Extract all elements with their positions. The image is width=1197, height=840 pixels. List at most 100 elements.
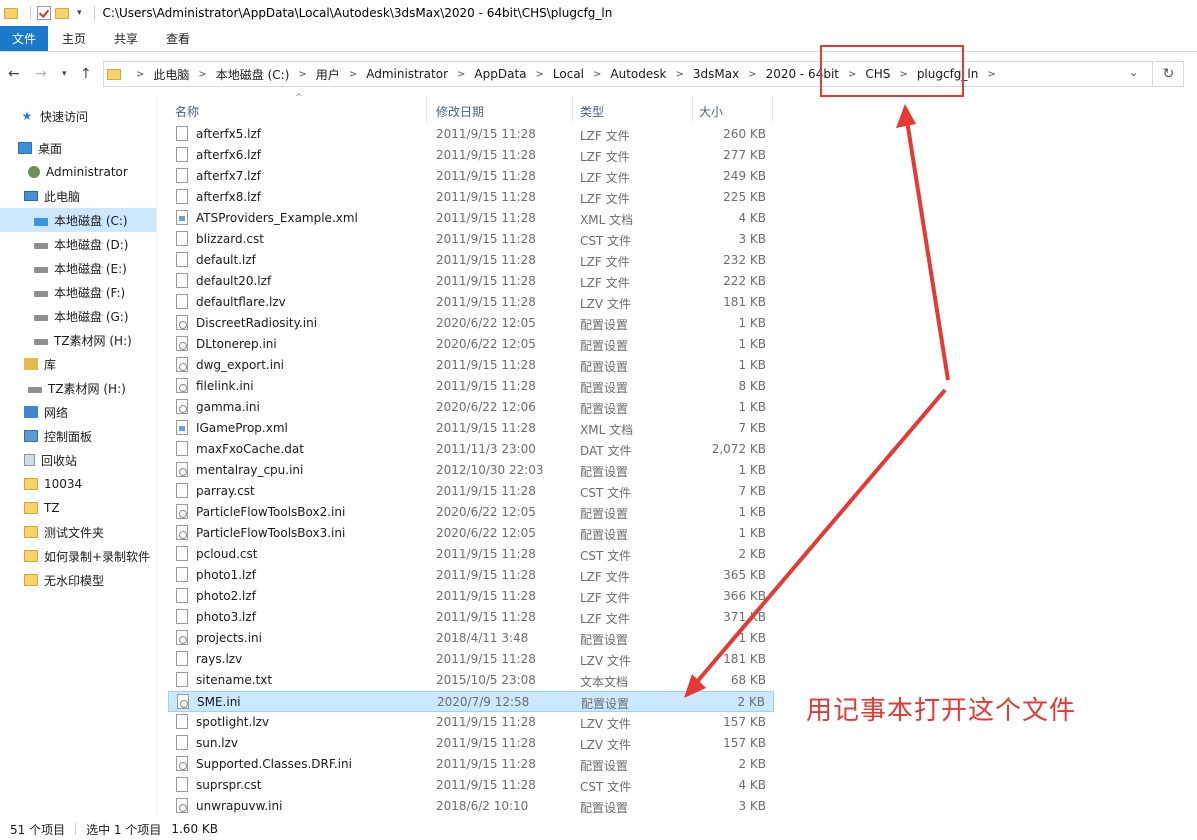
file-row[interactable]: defaultflare.lzv 2011/9/15 11:28 LZV 文件 181…: [168, 292, 774, 313]
chevron-right-icon[interactable]: >: [987, 69, 995, 80]
column-header-date[interactable]: 修改日期: [436, 103, 484, 120]
file-row[interactable]: gamma.ini 2020/6/22 12:06 配置设置 1 KB: [168, 397, 774, 418]
chevron-right-icon[interactable]: >: [675, 69, 683, 80]
sidebar-item[interactable]: 库: [0, 352, 156, 376]
file-row[interactable]: unwrapuvw.ini 2018/6/2 10:10 配置设置 3 KB: [168, 796, 774, 817]
file-row[interactable]: Supported.Classes.DRF.ini 2011/9/15 11:28…: [168, 754, 774, 775]
file-row[interactable]: photo3.lzf 2011/9/15 11:28 LZF 文件 371 KB: [168, 607, 774, 628]
breadcrumb-item[interactable]: AppData: [474, 67, 526, 81]
breadcrumb-item[interactable]: 3dsMax: [693, 67, 739, 81]
file-row[interactable]: afterfx7.lzf 2011/9/15 11:28 LZF 文件 249 KB: [168, 166, 774, 187]
breadcrumb-item[interactable]: 本地磁盘 (C:): [216, 66, 290, 83]
file-row[interactable]: default20.lzf 2011/9/15 11:28 LZF 文件 222 KB: [168, 271, 774, 292]
sidebar-item[interactable]: 本地磁盘 (C:): [0, 208, 156, 232]
file-size: 225 KB: [723, 190, 766, 204]
file-row[interactable]: sun.lzv 2011/9/15 11:28 LZV 文件 157 KB: [168, 733, 774, 754]
sidebar-item[interactable]: 本地磁盘 (G:): [0, 304, 156, 328]
breadcrumb-item[interactable]: 此电脑: [153, 66, 189, 83]
sidebar-item[interactable]: ★ 快速访问: [0, 104, 156, 128]
sidebar-item[interactable]: 本地磁盘 (F:): [0, 280, 156, 304]
arrow-up-icon[interactable]: ↑: [80, 66, 92, 82]
chevron-right-icon[interactable]: >: [349, 69, 357, 80]
file-row[interactable]: rays.lzv 2011/9/15 11:28 LZV 文件 181 KB: [168, 649, 774, 670]
star-icon: ★: [21, 109, 33, 123]
breadcrumb-item[interactable]: 用户: [316, 66, 340, 83]
chevron-right-icon[interactable]: >: [457, 69, 465, 80]
pane-divider[interactable]: [156, 96, 157, 816]
column-divider[interactable]: [572, 96, 573, 122]
column-header-name[interactable]: 名称: [175, 103, 199, 120]
sidebar-item[interactable]: 桌面: [0, 136, 156, 160]
tab-view[interactable]: 查看: [152, 26, 204, 51]
sidebar-item[interactable]: TZ素材网 (H:): [0, 328, 156, 352]
file-row[interactable]: parray.cst 2011/9/15 11:28 CST 文件 7 KB: [168, 481, 774, 502]
file-row[interactable]: afterfx6.lzf 2011/9/15 11:28 LZF 文件 277 KB: [168, 145, 774, 166]
file-row[interactable]: spotlight.lzv 2011/9/15 11:28 LZV 文件 157 KB: [168, 712, 774, 733]
column-header-size[interactable]: 大小: [699, 103, 723, 120]
arrow-left-icon[interactable]: ←: [8, 66, 20, 82]
file-icon: [176, 609, 188, 624]
address-history-chevron-icon[interactable]: ⌄: [1129, 66, 1138, 79]
file-row[interactable]: default.lzf 2011/9/15 11:28 LZF 文件 232 KB: [168, 250, 774, 271]
sidebar-item[interactable]: 测试文件夹: [0, 520, 156, 544]
column-divider[interactable]: [692, 96, 693, 122]
sidebar-item[interactable]: 本地磁盘 (E:): [0, 256, 156, 280]
breadcrumb-item[interactable]: Autodesk: [610, 67, 666, 81]
file-row[interactable]: IGameProp.xml 2011/9/15 11:28 XML 文档 7 KB: [168, 418, 774, 439]
tab-share[interactable]: 共享: [100, 26, 152, 51]
sidebar-item[interactable]: TZ素材网 (H:): [0, 376, 156, 400]
file-row[interactable]: mentalray_cpu.ini 2012/10/30 22:03 配置设置 1 K…: [168, 460, 774, 481]
sidebar-item[interactable]: 本地磁盘 (D:): [0, 232, 156, 256]
breadcrumb-item[interactable]: Administrator: [366, 67, 448, 81]
file-row[interactable]: projects.ini 2018/4/11 3:48 配置设置 1 KB: [168, 628, 774, 649]
file-row[interactable]: ParticleFlowToolsBox3.ini 2020/6/22 12:05…: [168, 523, 774, 544]
arrow-right-icon[interactable]: →: [35, 66, 47, 82]
breadcrumb-item[interactable]: Local: [553, 67, 584, 81]
tab-home[interactable]: 主页: [48, 26, 100, 51]
chevron-down-icon[interactable]: ▾: [62, 69, 67, 79]
file-row[interactable]: suprspr.cst 2011/9/15 11:28 CST 文件 4 KB: [168, 775, 774, 796]
sidebar-item[interactable]: 此电脑: [0, 184, 156, 208]
sidebar-item[interactable]: 10034: [0, 472, 156, 496]
file-row[interactable]: dwg_export.ini 2011/9/15 11:28 配置设置 1 KB: [168, 355, 774, 376]
sidebar-item[interactable]: TZ: [0, 496, 156, 520]
refresh-button[interactable]: ↻: [1154, 61, 1184, 87]
properties-icon[interactable]: [37, 6, 51, 20]
file-row[interactable]: maxFxoCache.dat 2011/11/3 23:00 DAT 文件 2,07…: [168, 439, 774, 460]
file-row[interactable]: sitename.txt 2015/10/5 23:08 文本文档 68 KB: [168, 670, 774, 691]
file-row[interactable]: afterfx5.lzf 2011/9/15 11:28 LZF 文件 260 KB: [168, 124, 774, 145]
new-folder-icon[interactable]: [55, 7, 69, 19]
sidebar-item[interactable]: 无水印模型: [0, 568, 156, 592]
file-row[interactable]: photo1.lzf 2011/9/15 11:28 LZF 文件 365 KB: [168, 565, 774, 586]
chevron-right-icon[interactable]: >: [136, 69, 144, 80]
folder-icon: [24, 502, 38, 514]
customize-toolbar-chevron-icon[interactable]: ▾: [77, 8, 82, 18]
file-row[interactable]: ATSProviders_Example.xml 2011/9/15 11:28 X…: [168, 208, 774, 229]
file-row[interactable]: pcloud.cst 2011/9/15 11:28 CST 文件 2 KB: [168, 544, 774, 565]
chevron-right-icon[interactable]: >: [198, 69, 206, 80]
chevron-right-icon[interactable]: >: [593, 69, 601, 80]
file-row[interactable]: afterfx8.lzf 2011/9/15 11:28 LZF 文件 225 KB: [168, 187, 774, 208]
chevron-right-icon[interactable]: >: [298, 69, 306, 80]
tab-file[interactable]: 文件: [0, 26, 49, 51]
file-row[interactable]: blizzard.cst 2011/9/15 11:28 CST 文件 3 KB: [168, 229, 774, 250]
file-row[interactable]: photo2.lzf 2011/9/15 11:28 LZF 文件 366 KB: [168, 586, 774, 607]
file-row[interactable]: ParticleFlowToolsBox2.ini 2020/6/22 12:05…: [168, 502, 774, 523]
chevron-right-icon[interactable]: >: [536, 69, 544, 80]
sidebar-item-label: 库: [44, 357, 57, 372]
sidebar-item[interactable]: 如何录制+录制软件: [0, 544, 156, 568]
chevron-right-icon[interactable]: >: [748, 69, 756, 80]
file-row[interactable]: filelink.ini 2011/9/15 11:28 配置设置 8 KB: [168, 376, 774, 397]
sidebar-item[interactable]: 回收站: [0, 448, 156, 472]
file-row[interactable]: DiscreetRadiosity.ini 2020/6/22 12:05 配置设置…: [168, 313, 774, 334]
column-header-type[interactable]: 类型: [580, 103, 604, 120]
file-row[interactable]: DLtonerep.ini 2020/6/22 12:05 配置设置 1 KB: [168, 334, 774, 355]
sidebar-item[interactable]: 控制面板: [0, 424, 156, 448]
file-icon: [176, 168, 188, 183]
file-row[interactable]: SME.ini 2020/7/9 12:58 配置设置 2 KB: [168, 691, 774, 712]
column-divider[interactable]: [426, 96, 427, 122]
sidebar-item[interactable]: 网络: [0, 400, 156, 424]
file-name: mentalray_cpu.ini: [196, 463, 304, 477]
column-divider[interactable]: [772, 96, 773, 122]
sidebar-item[interactable]: Administrator: [0, 160, 156, 184]
